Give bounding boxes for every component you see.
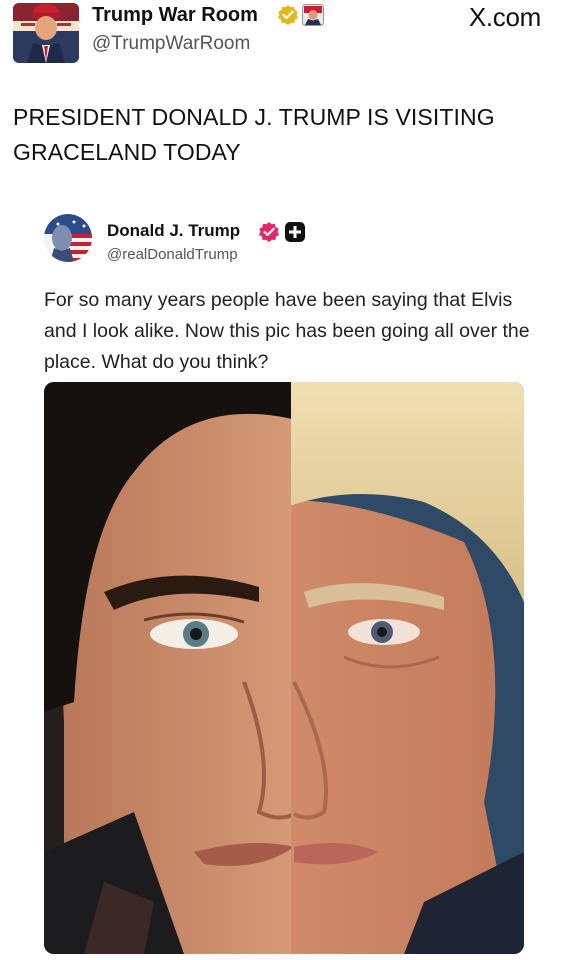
outer-post-header: Trump War Room @TrumpWarRoom X.com — [0, 0, 569, 70]
quoted-display-name[interactable]: Donald J. Trump — [107, 221, 240, 241]
split-face-photo[interactable] — [44, 382, 524, 954]
trump-war-room-avatar[interactable] — [13, 3, 79, 63]
outer-badges — [277, 4, 324, 26]
quoted-badges — [258, 221, 306, 243]
quoted-handle[interactable]: @realDonaldTrump — [107, 246, 238, 263]
verified-gold-icon — [277, 4, 299, 26]
outer-handle[interactable]: @TrumpWarRoom — [92, 33, 250, 55]
outer-display-name[interactable]: Trump War Room — [92, 4, 258, 27]
donald-trump-avatar[interactable] — [44, 214, 92, 262]
site-label: X.com — [468, 2, 541, 32]
affiliate-badge-icon — [302, 4, 324, 26]
verified-pink-icon — [258, 221, 280, 243]
quoted-post-text: For so many years people have been sayin… — [44, 289, 530, 373]
quoted-post-header: Donald J. Trump @realDonaldTrump — [44, 214, 524, 269]
outer-post-text: PRESIDENT DONALD J. TRUMP IS VISITING GR… — [13, 104, 495, 165]
plus-badge-icon — [284, 221, 306, 243]
